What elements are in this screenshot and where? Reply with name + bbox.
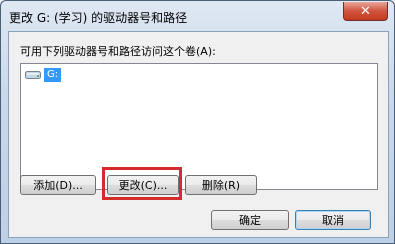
delete-button[interactable]: 删除(R) <box>185 175 257 195</box>
cancel-button[interactable]: 取消 <box>295 210 371 230</box>
window-title: 更改 G: (学习) 的驱动器号和路径 <box>9 11 188 25</box>
dialog-body: 可用下列驱动器号和路径访问这个卷(A): G: 添加(D)... 更改(C)..… <box>8 31 389 238</box>
drive-icon <box>25 70 42 80</box>
list-prompt-label: 可用下列驱动器号和路径访问这个卷(A): <box>20 45 216 58</box>
ok-button[interactable]: 确定 <box>211 210 289 230</box>
change-button[interactable]: 更改(C)... <box>107 175 179 195</box>
list-item-label: G: <box>44 68 62 82</box>
add-button[interactable]: 添加(D)... <box>20 175 96 195</box>
dialog-window: 更改 G: (学习) 的驱动器号和路径 ✕ 可用下列驱动器号和路径访问这个卷(A… <box>0 0 395 244</box>
list-item[interactable]: G: <box>25 68 62 82</box>
title-bar[interactable]: 更改 G: (学习) 的驱动器号和路径 ✕ <box>1 1 394 31</box>
drive-path-list[interactable]: G: <box>20 63 378 190</box>
close-button[interactable]: ✕ <box>343 2 388 21</box>
close-icon: ✕ <box>360 3 371 19</box>
